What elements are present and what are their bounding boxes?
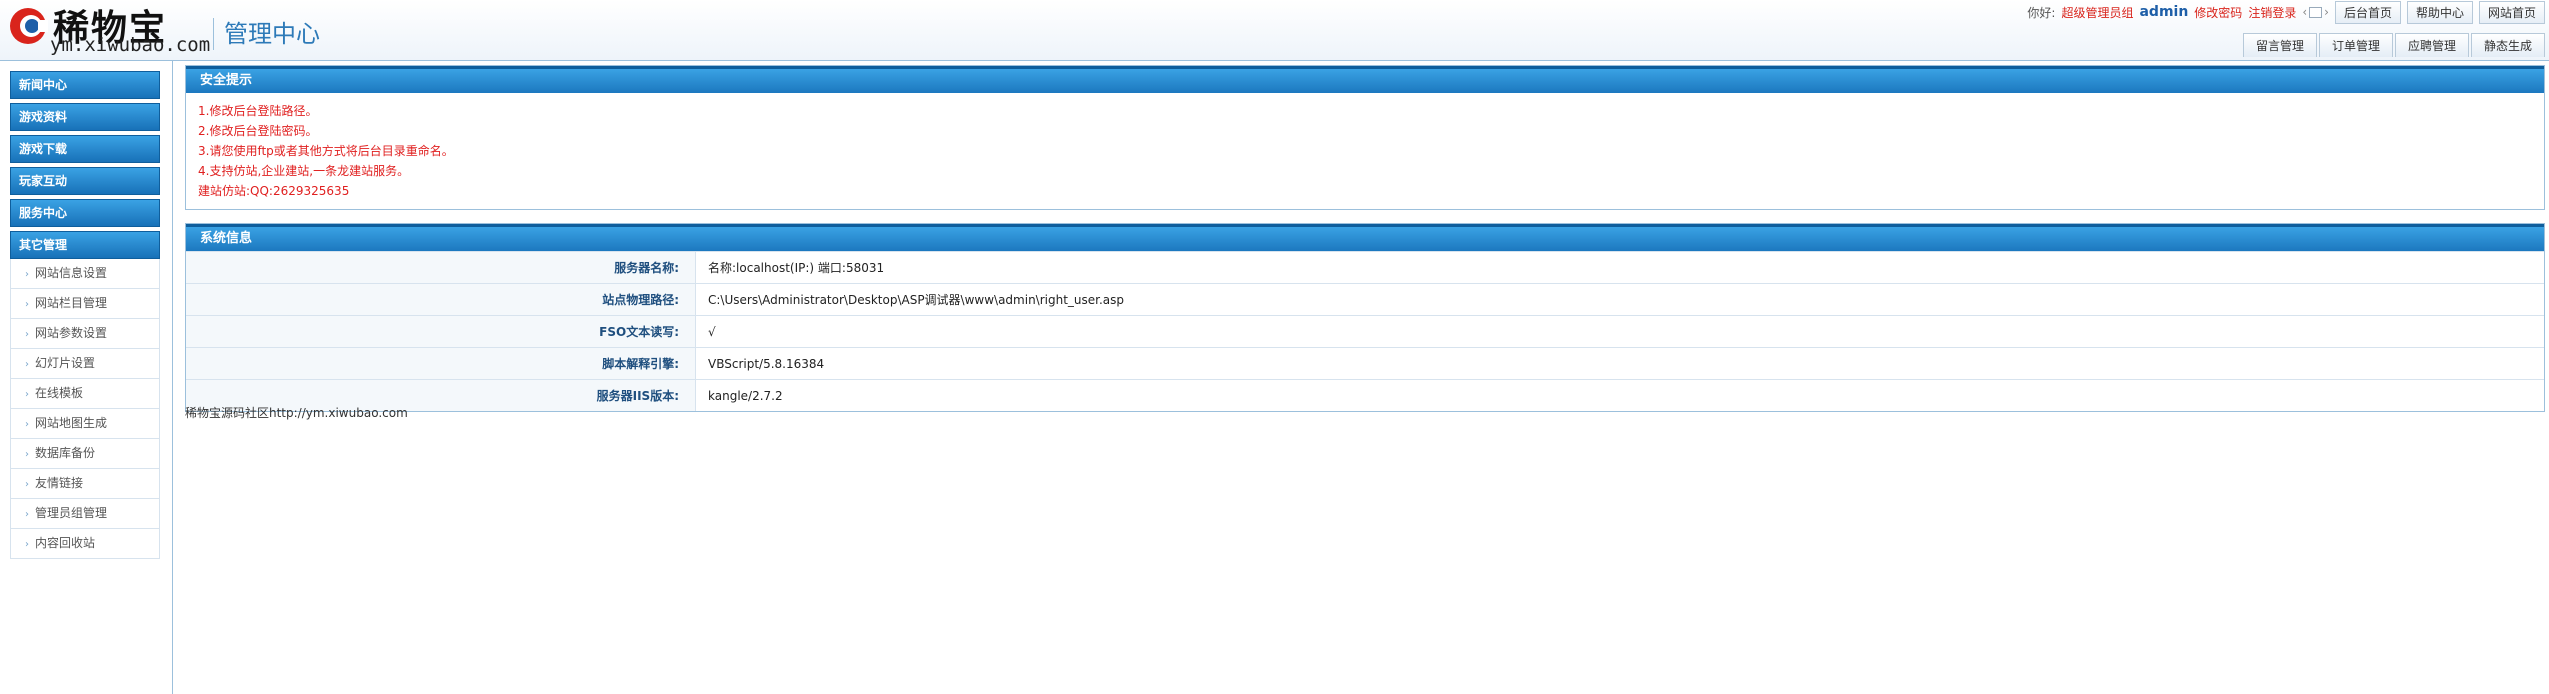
- system-info-panel: 系统信息 服务器名称: 名称:localhost(IP:) 端口:58031 站…: [185, 223, 2545, 412]
- sidebar-item-columns[interactable]: › 网站栏目管理: [10, 289, 160, 319]
- row-label: 服务器名称:: [186, 251, 696, 284]
- menu-game-info[interactable]: 游戏资料: [10, 103, 160, 131]
- sidebar-item-site-info[interactable]: › 网站信息设置: [10, 259, 160, 289]
- security-tip: 3.请您使用ftp或者其他方式将后台目录重命名。: [198, 144, 454, 158]
- site-home-button[interactable]: 网站首页: [2478, 0, 2545, 24]
- table-row: 服务器IIS版本: kangle/2.7.2: [186, 379, 2544, 411]
- submenu-other-management: › 网站信息设置 › 网站栏目管理 › 网站参数设置 › 幻灯片设置 › 在线模板 › 网站…: [10, 259, 160, 559]
- row-value: C:\Users\Administrator\Desktop\ASP调试器\ww…: [695, 283, 2544, 316]
- tab-orders[interactable]: 订单管理: [2318, 33, 2393, 57]
- table-row: 站点物理路径: C:\Users\Administrator\Desktop\A…: [186, 283, 2544, 316]
- security-tips: 1.修改后台登陆路径。 2.修改后台登陆密码。 3.请您使用ftp或者其他方式将…: [186, 93, 2544, 209]
- sidebar-item-recycle-bin[interactable]: › 内容回收站: [10, 529, 160, 559]
- chevron-right-icon: ›: [25, 299, 29, 310]
- header: 稀物宝 ym.xiwubao.com 管理中心 你好: 超级管理员组 admin…: [0, 0, 2549, 61]
- chevron-right-icon: ›: [25, 419, 29, 430]
- security-panel-title: 安全提示: [186, 66, 2544, 93]
- sidebar-menu: 新闻中心 游戏资料 游戏下载 玩家互动 服务中心 其它管理 › 网站信息设置 › 网…: [10, 71, 160, 559]
- chevron-right-icon: ›: [25, 269, 29, 280]
- sidebar-item-label: 网站栏目管理: [35, 296, 108, 310]
- username: admin: [2139, 4, 2189, 20]
- row-value: VBScript/5.8.16384: [695, 347, 2544, 380]
- row-value: 名称:localhost(IP:) 端口:58031: [695, 251, 2544, 284]
- row-label: 脚本解释引擎:: [186, 347, 696, 380]
- sub-nav: 留言管理 订单管理 应聘管理 静态生成: [2242, 33, 2545, 57]
- row-value: √: [695, 315, 2544, 348]
- logo-c-icon: [10, 8, 48, 44]
- greeting: 你好:: [2027, 5, 2056, 20]
- table-row: 服务器名称: 名称:localhost(IP:) 端口:58031: [186, 251, 2544, 284]
- sidebar-item-label: 网站参数设置: [35, 326, 108, 340]
- table-row: 脚本解释引擎: VBScript/5.8.16384: [186, 347, 2544, 380]
- user-role: 超级管理员组: [2061, 5, 2134, 20]
- sidebar-item-links[interactable]: › 友情链接: [10, 469, 160, 499]
- logo-url: ym.xiwubao.com: [50, 34, 211, 56]
- sidebar-item-params[interactable]: › 网站参数设置: [10, 319, 160, 349]
- chevron-right-icon: ›: [25, 539, 29, 550]
- sidebar-item-label: 内容回收站: [35, 536, 96, 550]
- menu-service-center[interactable]: 服务中心: [10, 199, 160, 227]
- menu-toggle[interactable]: ‹ ›: [2302, 5, 2329, 19]
- sidebar-item-label: 网站信息设置: [35, 266, 108, 280]
- system-info-title: 系统信息: [186, 224, 2544, 251]
- menu-other-management[interactable]: 其它管理: [10, 231, 160, 259]
- menu-game-download[interactable]: 游戏下载: [10, 135, 160, 163]
- menu-news[interactable]: 新闻中心: [10, 71, 160, 99]
- chevron-right-icon: ›: [25, 479, 29, 490]
- system-info-table: 服务器名称: 名称:localhost(IP:) 端口:58031 站点物理路径…: [186, 251, 2544, 411]
- chevron-right-icon: ›: [25, 449, 29, 460]
- security-tip: 2.修改后台登陆密码。: [198, 124, 318, 138]
- admin-home-button[interactable]: 后台首页: [2334, 0, 2401, 24]
- sidebar-item-templates[interactable]: › 在线模板: [10, 379, 160, 409]
- sidebar-item-db-backup[interactable]: › 数据库备份: [10, 439, 160, 469]
- sidebar-item-label: 网站地图生成: [35, 416, 108, 430]
- sidebar-item-label: 幻灯片设置: [35, 356, 96, 370]
- security-panel: 安全提示 1.修改后台登陆路径。 2.修改后台登陆密码。 3.请您使用ftp或者…: [185, 65, 2545, 210]
- row-label: 站点物理路径:: [186, 283, 696, 316]
- logout-link[interactable]: 注销登录: [2248, 4, 2296, 21]
- chevron-right-icon: ›: [25, 359, 29, 370]
- help-center-button[interactable]: 帮助中心: [2406, 0, 2473, 24]
- tab-static-generate[interactable]: 静态生成: [2470, 33, 2545, 57]
- sidebar-item-slides[interactable]: › 幻灯片设置: [10, 349, 160, 379]
- chevron-left-icon: ‹: [2302, 5, 2308, 19]
- sidebar-item-label: 在线模板: [35, 386, 84, 400]
- sidebar-item-label: 友情链接: [35, 476, 84, 490]
- window-icon: [2309, 6, 2323, 18]
- menu-player-interaction[interactable]: 玩家互动: [10, 167, 160, 195]
- sidebar-item-label: 管理员组管理: [35, 506, 108, 520]
- row-label: FSO文本读写:: [186, 315, 696, 348]
- chevron-right-icon: ›: [25, 329, 29, 340]
- chevron-right-icon: ›: [25, 389, 29, 400]
- footer-text: 稀物宝源码社区http://ym.xiwubao.com: [185, 406, 408, 420]
- sidebar-item-sitemap[interactable]: › 网站地图生成: [10, 409, 160, 439]
- change-password-link[interactable]: 修改密码: [2194, 4, 2242, 21]
- sidebar-item-admin-groups[interactable]: › 管理员组管理: [10, 499, 160, 529]
- security-contact: 建站仿站:QQ:2629325635: [198, 184, 350, 198]
- chevron-right-icon: ›: [2324, 5, 2329, 19]
- logo: 稀物宝 ym.xiwubao.com: [8, 2, 211, 56]
- sidebar: 新闻中心 游戏资料 游戏下载 玩家互动 服务中心 其它管理 › 网站信息设置 › 网…: [0, 61, 173, 694]
- chevron-right-icon: ›: [25, 509, 29, 520]
- tab-applications[interactable]: 应聘管理: [2394, 33, 2469, 57]
- security-tip: 1.修改后台登陆路径。: [198, 104, 318, 118]
- top-bar: 你好: 超级管理员组 admin 修改密码 注销登录 ‹ › 后台首页 帮助中心…: [2027, 0, 2545, 24]
- page-title: 管理中心: [213, 18, 320, 50]
- sidebar-item-label: 数据库备份: [35, 446, 96, 460]
- table-row: FSO文本读写: √: [186, 315, 2544, 348]
- tab-messages[interactable]: 留言管理: [2242, 33, 2317, 57]
- security-tip: 4.支持仿站,企业建站,一条龙建站服务。: [198, 164, 410, 178]
- row-value: kangle/2.7.2: [695, 379, 2544, 411]
